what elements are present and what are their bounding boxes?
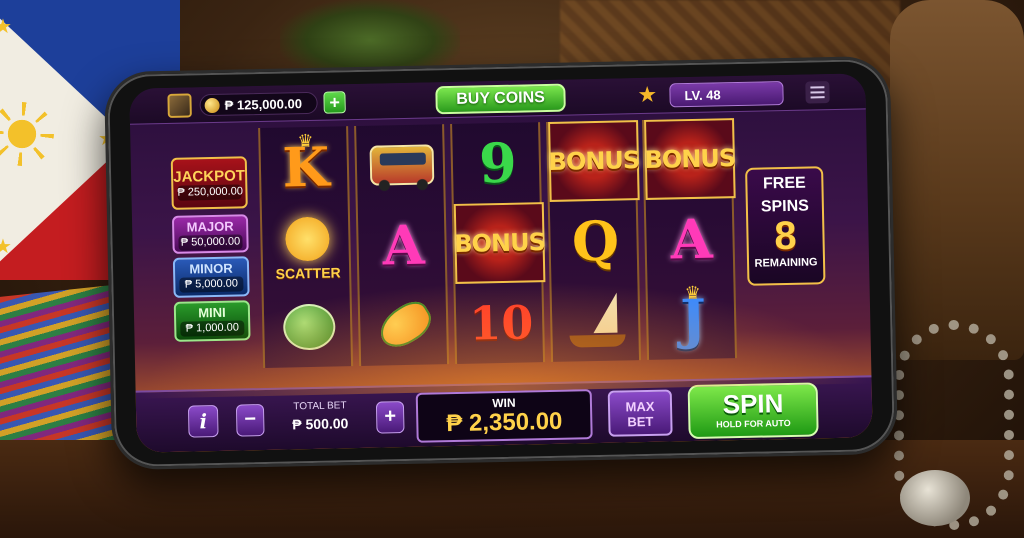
total-bet-label: TOTAL BET [293,400,347,413]
symbol-k: ♛ K [260,126,352,208]
symbol-bonus: BONUS [548,120,640,202]
symbol-a: A [669,206,714,272]
win-value: ₱ 2,350.00 [446,407,563,438]
symbol-scatter: SCATTER [262,206,354,288]
reel-4: BONUS Q [546,120,643,362]
mango-icon [372,295,438,355]
slot-game-screen: ₱ 125,000.00 + BUY COINS ★ LV. 48 JACKPO… [129,73,873,453]
free-spins-title-1: FREE [762,174,806,193]
add-coins-button[interactable]: + [323,91,346,114]
reel-1: ♛ K SCATTER [258,126,355,369]
max-bet-label-1: MAX [625,398,655,415]
sun-icon [0,112,44,156]
buy-coins-button[interactable]: BUY COINS [435,83,566,115]
total-bet-display: TOTAL BET ₱ 500.00 [268,398,373,440]
free-spins-remaining: REMAINING [754,256,818,270]
minor-label: MINOR [189,260,233,277]
free-spins-panel: FREE SPINS 8 REMAINING [745,166,826,286]
level-label: LV. 48 [684,87,721,104]
total-bet-value: ₱ 500.00 [292,415,349,433]
major-jackpot-panel: MAJOR ₱ 50,000.00 [171,214,249,254]
symbol-nine: 9 [478,130,518,196]
coin-icon [204,97,220,114]
symbol-q: Q [571,208,620,274]
decrease-bet-button[interactable]: − [235,403,265,437]
reel-2: A [354,124,451,366]
menu-icon[interactable] [805,81,830,104]
symbol-j: ♛ J [647,278,739,360]
symbol-jeepney [356,124,448,206]
major-value: ₱ 50,000.00 [178,234,243,251]
spin-sublabel: HOLD FOR AUTO [716,417,791,430]
player-avatar[interactable] [167,93,192,118]
reel-grid: ♛ K SCATTER A 9 BONUS 10 BONUS Q BONUS A… [258,118,745,369]
symbol-mango [359,284,451,366]
mini-label: MINI [198,304,226,321]
top-bar: ₱ 125,000.00 + BUY COINS ★ LV. 48 [129,73,866,125]
minor-jackpot-panel: MINOR ₱ 5,000.00 [172,256,250,298]
jeepney-icon [369,144,435,186]
star-icon: ★ [637,81,658,108]
jackpot-value: ₱ 250,000.00 [177,184,244,201]
mini-value: ₱ 1,000.00 [180,320,245,337]
minor-value: ₱ 5,000.00 [179,276,244,293]
win-display: WIN ₱ 2,350.00 [415,389,593,443]
info-button[interactable]: i [187,404,219,438]
smartphone: ₱ 125,000.00 + BUY COINS ★ LV. 48 JACKPO… [103,55,899,471]
symbol-a: A [381,212,426,278]
max-bet-label-2: BET [627,413,654,430]
max-bet-button[interactable]: MAX BET [607,389,673,437]
symbol-ten: 10 [468,295,534,351]
major-label: MAJOR [186,218,234,235]
level-badge: LV. 48 [669,81,784,108]
silver-coin [900,470,970,526]
reel-5: BONUS A ♛ J [642,118,739,360]
symbol-bonus: BONUS [453,202,546,284]
mini-jackpot-panel: MINI ₱ 1,000.00 [173,300,251,342]
increase-bet-button[interactable]: + [375,401,405,434]
spin-label: SPIN [722,388,784,420]
jackpot-panel: JACKPOT ₱ 250,000.00 [170,156,248,210]
symbol-sailboat [551,280,643,362]
sailboat-icon [565,292,630,349]
bottom-bar: i − TOTAL BET ₱ 500.00 + WIN ₱ 2,350.00 … [135,375,873,453]
sun-icon [285,216,330,262]
balance-display: ₱ 125,000.00 [199,91,318,117]
crown-icon: ♛ [684,282,701,304]
crown-icon: ♛ [297,130,314,152]
wooden-statue [890,0,1024,360]
spin-button[interactable]: SPIN HOLD FOR AUTO [687,382,819,440]
balance-value: ₱ 125,000.00 [224,96,303,113]
coconut-icon [282,303,336,351]
reel-3: 9 BONUS 10 [450,122,546,364]
symbol-bonus: BONUS [644,118,736,200]
free-spins-count: 8 [773,213,798,259]
jackpot-label: JACKPOT [173,167,246,186]
symbol-coconut [263,286,355,368]
